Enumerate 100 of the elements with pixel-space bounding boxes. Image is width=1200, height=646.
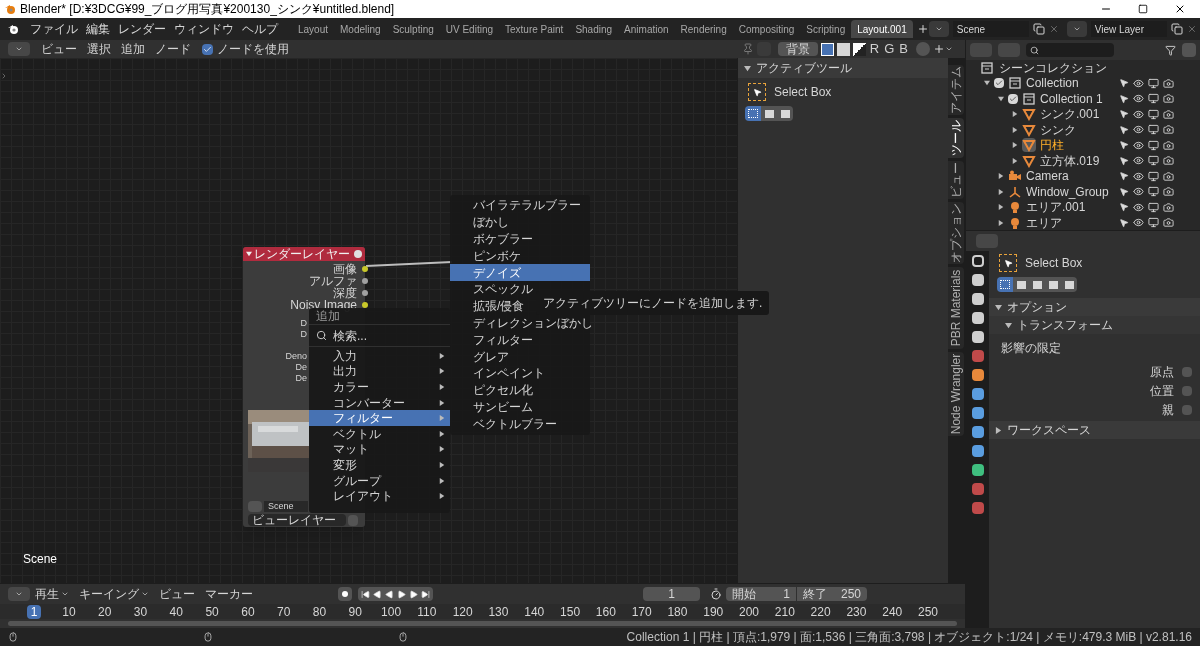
checkbox[interactable] xyxy=(202,43,213,55)
pointer-icon[interactable] xyxy=(1119,109,1129,120)
menu-item[interactable]: デノイズ xyxy=(450,264,590,281)
checkbox[interactable] xyxy=(994,78,1004,89)
alpha-mode-button[interactable] xyxy=(836,42,850,56)
chevron-down-icon[interactable] xyxy=(61,590,69,598)
workspace-tab[interactable]: Sculpting xyxy=(386,20,440,38)
pointer-icon[interactable] xyxy=(1119,217,1129,228)
camera-icon[interactable] xyxy=(1163,186,1174,198)
channel-button[interactable]: G xyxy=(883,39,896,59)
properties-tab-icon[interactable] xyxy=(971,312,984,324)
next-keyframe-icon[interactable] xyxy=(409,589,418,599)
panel-header[interactable]: ワークスペース xyxy=(989,421,1200,439)
camera-icon[interactable] xyxy=(1163,139,1174,151)
output-socket[interactable] xyxy=(362,290,368,296)
delete-icon[interactable] xyxy=(1048,24,1059,34)
monitor-icon[interactable] xyxy=(1148,186,1159,198)
workspace-tab[interactable]: Animation xyxy=(618,20,675,38)
camera-icon[interactable] xyxy=(1163,217,1174,229)
menu-item[interactable]: 編集 xyxy=(82,20,114,38)
sidebar-tab[interactable]: ビュー xyxy=(948,161,964,199)
expand-arrow-icon[interactable] xyxy=(1012,157,1018,164)
camera-icon[interactable] xyxy=(1163,77,1174,89)
monitor-icon[interactable] xyxy=(1148,124,1159,136)
properties-tab-icon[interactable] xyxy=(971,464,984,476)
eye-icon[interactable] xyxy=(1133,139,1144,151)
collapse-arrow-icon[interactable] xyxy=(744,64,751,72)
menu-item[interactable]: フィルター xyxy=(309,410,450,426)
chevron-down-icon[interactable] xyxy=(141,590,149,598)
sidebar-tab[interactable]: アイテム xyxy=(948,65,964,115)
menu-item[interactable]: 再生 xyxy=(30,585,74,603)
pointer-icon[interactable] xyxy=(1119,124,1129,135)
expand-arrow-icon[interactable] xyxy=(998,219,1004,226)
selection-mode-button[interactable] xyxy=(761,106,777,121)
pointer-icon[interactable] xyxy=(1119,155,1129,166)
workspace-tab[interactable]: Rendering xyxy=(674,20,733,38)
checkbox[interactable] xyxy=(1182,404,1192,415)
delete-icon[interactable] xyxy=(1186,24,1197,34)
sidebar-tab[interactable]: PBR Materials xyxy=(948,267,964,349)
eye-icon[interactable] xyxy=(1133,93,1144,105)
chevron-down-icon[interactable] xyxy=(945,45,953,53)
workspace-tab[interactable]: Layout.001 xyxy=(851,20,913,38)
properties-tab-icon[interactable] xyxy=(971,255,984,267)
output-socket[interactable] xyxy=(362,278,368,284)
search-field[interactable] xyxy=(1026,43,1114,57)
render-icon[interactable] xyxy=(354,250,362,258)
menu-item[interactable]: 変形 xyxy=(309,457,450,473)
output-socket[interactable] xyxy=(362,266,368,272)
sidebar-tab[interactable]: オプション xyxy=(948,202,964,264)
menu-item[interactable]: ベクトル xyxy=(309,425,450,442)
workspace-tab[interactable]: Modeling xyxy=(334,20,387,38)
channel-button[interactable]: B xyxy=(898,39,909,59)
checkbox[interactable] xyxy=(1182,366,1192,377)
menu-item[interactable]: 追加 xyxy=(116,40,150,58)
workspace-tab[interactable]: Layout xyxy=(292,20,335,38)
menu-item[interactable]: 入力 xyxy=(309,348,450,364)
subpanel-header[interactable]: トランスフォーム xyxy=(989,316,1200,334)
properties-tab-icon[interactable] xyxy=(971,426,984,438)
properties-tab-icon[interactable] xyxy=(971,293,984,305)
menu-item[interactable]: グレア xyxy=(450,348,590,365)
eye-icon[interactable] xyxy=(1133,77,1144,89)
menu-item[interactable]: バイラテラルブラー xyxy=(450,197,590,214)
monitor-icon[interactable] xyxy=(1148,93,1159,105)
monitor-icon[interactable] xyxy=(1148,201,1159,213)
selection-mode-button[interactable] xyxy=(1029,277,1045,292)
playback-controls[interactable] xyxy=(358,587,433,601)
new-selection-button[interactable] xyxy=(997,277,1013,292)
chevron-down-icon[interactable] xyxy=(15,590,23,598)
properties-tab-icon[interactable] xyxy=(971,274,984,286)
expand-arrow-icon[interactable] xyxy=(998,204,1004,211)
menu-item[interactable]: ビュー xyxy=(154,585,200,603)
pointer-icon[interactable] xyxy=(1119,78,1129,89)
eye-icon[interactable] xyxy=(1133,155,1144,167)
eye-icon[interactable] xyxy=(1133,108,1144,120)
plus-icon[interactable] xyxy=(933,43,945,55)
start-frame-field[interactable]: 開始 1 xyxy=(726,587,796,601)
camera-icon[interactable] xyxy=(1163,108,1174,120)
checkbox[interactable] xyxy=(1182,385,1192,396)
workspace-tab[interactable]: Compositing xyxy=(732,20,801,38)
camera-icon[interactable] xyxy=(1163,201,1174,213)
pointer-icon[interactable] xyxy=(1119,171,1129,182)
collapse-arrow-icon[interactable] xyxy=(995,303,1002,311)
monitor-icon[interactable] xyxy=(1148,155,1159,167)
pin-icon[interactable] xyxy=(741,43,754,55)
menu-item[interactable]: ファイル xyxy=(26,20,82,38)
alpha-only-button[interactable] xyxy=(852,42,866,56)
expand-arrow-icon[interactable] xyxy=(995,426,1002,434)
selection-mode-button[interactable] xyxy=(777,106,793,121)
menu-item[interactable]: 出力 xyxy=(309,363,450,380)
jump-end-icon[interactable] xyxy=(421,589,430,599)
workspace-tab[interactable]: Scripting xyxy=(800,20,852,38)
expand-arrow-icon[interactable] xyxy=(1012,111,1018,118)
menu-item[interactable]: ピクセル化 xyxy=(450,381,590,399)
menu-item[interactable]: キーイング xyxy=(74,585,154,603)
pointer-icon[interactable] xyxy=(1119,202,1129,213)
properties-tab-icon[interactable] xyxy=(971,369,984,381)
camera-icon[interactable] xyxy=(1163,155,1174,167)
menu-item[interactable]: ディレクションぼかし xyxy=(450,314,590,332)
eye-icon[interactable] xyxy=(1133,186,1144,198)
stopwatch-icon[interactable] xyxy=(710,588,722,600)
